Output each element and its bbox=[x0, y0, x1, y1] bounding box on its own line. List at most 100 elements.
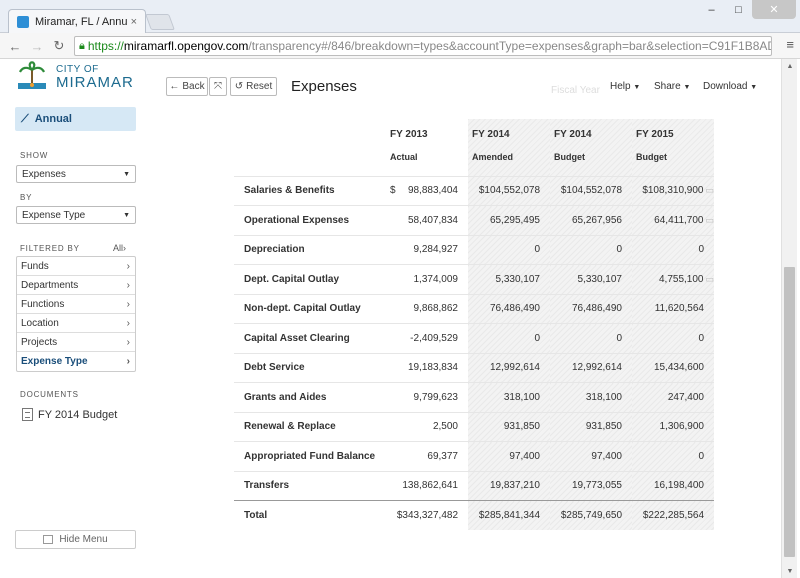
reload-icon[interactable]: ↻ bbox=[50, 37, 68, 55]
table-row[interactable]: Renewal & Replace 2,500 931,850 931,850 1,30… bbox=[234, 411, 714, 442]
logo-city-of: CITY OF bbox=[56, 63, 99, 75]
comment-icon[interactable]: ▭ bbox=[705, 185, 714, 195]
table-row[interactable]: Salaries & Benefits $98,883,404 $104,552,0… bbox=[234, 175, 714, 206]
page-scrollbar[interactable]: ▲ ▼ bbox=[781, 59, 797, 578]
tab-close-icon[interactable]: × bbox=[131, 16, 137, 28]
new-tab-button[interactable] bbox=[145, 14, 175, 30]
window-controls: – □ ✕ bbox=[698, 0, 796, 19]
filter-departments[interactable]: Departments › bbox=[17, 276, 135, 295]
filter-projects[interactable]: Projects › bbox=[17, 333, 135, 352]
filter-label: Expense Type bbox=[21, 356, 88, 367]
browser-menu-icon[interactable]: ≡ bbox=[786, 37, 794, 52]
cell-value: 0 bbox=[616, 332, 622, 344]
filter-label: Funds bbox=[21, 260, 49, 272]
column-header[interactable]: FY 2014 Budget bbox=[550, 119, 632, 176]
column-header[interactable]: FY 2015 Budget bbox=[632, 119, 714, 176]
cell-value: $104,552,078 bbox=[478, 185, 540, 197]
total-cell: $222,285,564 bbox=[632, 500, 714, 530]
lock-icon: 🔒︎ bbox=[79, 39, 85, 52]
table-row[interactable]: Non-dept. Capital Outlay 9,868,862 76,486,… bbox=[234, 293, 714, 324]
back-button[interactable]: ← Back bbox=[166, 77, 208, 96]
filter-list: Funds › Departments › Functions › Location ›… bbox=[16, 256, 136, 372]
total-cell: $285,841,344 bbox=[468, 500, 550, 530]
by-select[interactable]: Expense Type ▼ bbox=[16, 206, 136, 224]
row-label: Salaries & Benefits bbox=[234, 175, 386, 206]
table-cell: 19,183,834 bbox=[386, 352, 468, 383]
annual-label: Annual bbox=[34, 113, 72, 125]
table-row[interactable]: Debt Service 19,183,834 12,992,614 12,992,6… bbox=[234, 352, 714, 383]
table-row[interactable]: Depreciation 9,284,927 0 0 0 bbox=[234, 234, 714, 265]
filter-funds[interactable]: Funds › bbox=[17, 257, 135, 276]
table-cell: 931,850 bbox=[550, 411, 632, 442]
column-year: FY 2014 bbox=[472, 129, 510, 140]
download-menu[interactable]: Download ▼ bbox=[703, 81, 757, 92]
scroll-up-arrow-icon[interactable]: ▲ bbox=[782, 59, 798, 73]
share-menu[interactable]: Share ▼ bbox=[654, 81, 690, 92]
page-title: Expenses bbox=[291, 78, 357, 95]
table-cell: 76,486,490 bbox=[468, 293, 550, 324]
column-header[interactable]: FY 2014 Amended bbox=[468, 119, 550, 176]
table-row[interactable]: Dept. Capital Outlay 1,374,009 5,330,107 5,… bbox=[234, 264, 714, 294]
comment-icon[interactable]: ▭ bbox=[705, 274, 714, 284]
cell-value: 0 bbox=[698, 450, 704, 462]
url-host: miramarfl.opengov.com bbox=[123, 39, 249, 53]
opengov-favicon-icon bbox=[17, 15, 29, 28]
show-select[interactable]: Expenses ▼ bbox=[16, 165, 136, 183]
table-cell: 1,374,009 bbox=[386, 264, 468, 294]
filter-expense-type[interactable]: Expense Type › bbox=[17, 352, 135, 371]
table-cell: $108,310,900 ▭ bbox=[632, 175, 714, 206]
document-link[interactable]: FY 2014 Budget bbox=[22, 408, 117, 421]
table-cell: 12,992,614 bbox=[550, 352, 632, 383]
column-type: Actual bbox=[390, 152, 418, 162]
show-select-value: Expenses bbox=[22, 168, 66, 180]
arrow-left-icon: ← bbox=[169, 81, 180, 92]
table-cell: 0 bbox=[550, 234, 632, 265]
cell-value: $104,552,078 bbox=[560, 185, 622, 197]
tree-view-button[interactable]: ⤧ bbox=[209, 77, 227, 96]
scroll-thumb[interactable] bbox=[784, 267, 795, 557]
close-window-button[interactable]: ✕ bbox=[752, 0, 796, 19]
cell-value: 0 bbox=[616, 244, 622, 256]
minimize-button[interactable]: – bbox=[698, 0, 725, 19]
address-bar[interactable]: 🔒︎ https://miramarfl.opengov.com/transpa… bbox=[74, 36, 772, 56]
url-path: /transparency#/846/breakdown=types&accou… bbox=[248, 39, 772, 53]
table-row[interactable]: Grants and Aides 9,799,623 318,100 318,100 2… bbox=[234, 382, 714, 412]
cell-value: 65,295,495 bbox=[489, 214, 540, 226]
cell-value: 931,850 bbox=[585, 421, 622, 433]
scroll-down-arrow-icon[interactable]: ▼ bbox=[782, 564, 798, 578]
cell-value: 19,183,834 bbox=[407, 362, 458, 374]
cell-value: 12,992,614 bbox=[489, 362, 540, 374]
cell-value: 0 bbox=[534, 244, 540, 256]
cell-value: 15,434,600 bbox=[653, 362, 704, 374]
cell-value: 318,100 bbox=[503, 391, 540, 403]
filter-functions[interactable]: Functions › bbox=[17, 295, 135, 314]
cell-value: 0 bbox=[698, 244, 704, 256]
table-cell: 16,198,400 bbox=[632, 470, 714, 501]
maximize-button[interactable]: □ bbox=[725, 0, 752, 19]
comment-icon[interactable]: ▭ bbox=[705, 215, 714, 225]
forward-arrow-icon[interactable]: → bbox=[28, 37, 46, 55]
city-logo[interactable]: CITY OF MIRAMAR bbox=[16, 61, 134, 93]
column-header[interactable]: FY 2013 Actual bbox=[386, 119, 468, 176]
filter-location[interactable]: Location › bbox=[17, 314, 135, 333]
filtered-by-label: FILTERED BY bbox=[20, 244, 80, 253]
table-cell: 97,400 bbox=[468, 441, 550, 471]
annual-view-button[interactable]: ⟋ Annual bbox=[15, 107, 136, 131]
table-row[interactable]: Operational Expenses 58,407,834 65,295,495… bbox=[234, 205, 714, 235]
column-type: Amended bbox=[472, 152, 514, 162]
help-menu[interactable]: Help ▼ bbox=[610, 81, 640, 92]
filtered-all-link[interactable]: All› bbox=[113, 243, 126, 253]
table-row[interactable]: Capital Asset Clearing -2,409,529 0 0 0 bbox=[234, 323, 714, 353]
show-label: SHOW bbox=[20, 151, 49, 160]
hide-menu-button[interactable]: Hide Menu bbox=[15, 530, 136, 549]
total-cell: $343,327,482 bbox=[386, 500, 468, 530]
reset-button[interactable]: ↺ Reset bbox=[230, 77, 277, 96]
table-row[interactable]: Appropriated Fund Balance 69,377 97,400 97,… bbox=[234, 441, 714, 471]
table-cell: 0 bbox=[632, 441, 714, 471]
table-cell: $104,552,078 bbox=[468, 175, 550, 206]
table-cell: 138,862,641 bbox=[386, 470, 468, 501]
back-arrow-icon[interactable]: ← bbox=[6, 37, 24, 55]
browser-tab[interactable]: Miramar, FL / Annual × bbox=[8, 9, 146, 33]
table-row[interactable]: Transfers 138,862,641 19,837,210 19,773,055… bbox=[234, 470, 714, 501]
table-cell: 318,100 bbox=[550, 382, 632, 412]
